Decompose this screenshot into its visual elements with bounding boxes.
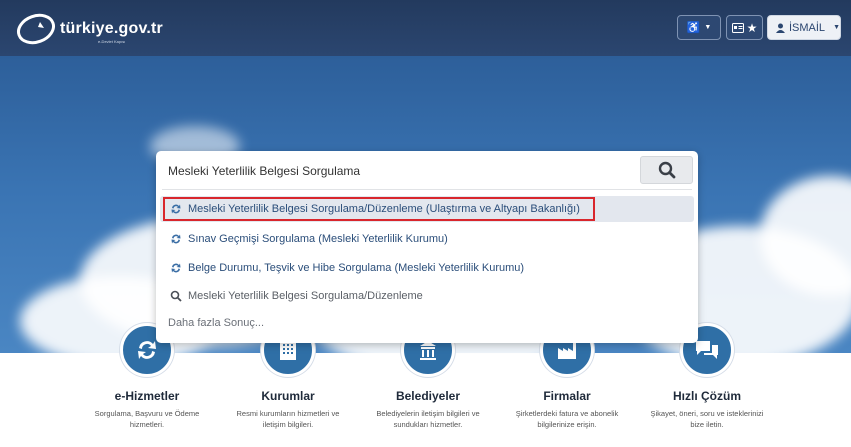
suggestion-label: Belge Durumu, Teşvik ve Hibe Sorgulama (… bbox=[188, 262, 525, 274]
category-title: Belediyeler bbox=[395, 389, 461, 403]
category-description: Belediyelerin iletişim bilgileri ve sund… bbox=[376, 409, 480, 429]
logo-subtext: e-Devlet Kapısı bbox=[98, 39, 126, 44]
search-panel: Mesleki Yeterlilik Belgesi Sorgulama/Düz… bbox=[156, 151, 698, 343]
suggestion-item[interactable]: Belge Durumu, Teşvik ve Hibe Sorgulama (… bbox=[160, 255, 694, 281]
suggestion-label: Mesleki Yeterlilik Belgesi Sorgulama/Düz… bbox=[188, 290, 423, 302]
top-header: türkiye.gov.tr e-Devlet Kapısı ♿ ▼ ★ İSM… bbox=[0, 0, 851, 56]
accessibility-icon: ♿ bbox=[686, 22, 701, 34]
user-icon bbox=[776, 23, 785, 33]
user-menu-button[interactable]: İSMAİL ▼ bbox=[767, 15, 841, 40]
suggestion-item[interactable]: Mesleki Yeterlilik Belgesi Sorgulama/Düz… bbox=[160, 283, 694, 309]
category-title: Hızlı Çözüm bbox=[673, 389, 741, 403]
refresh-icon bbox=[171, 263, 181, 273]
accessibility-button[interactable]: ♿ ▼ bbox=[677, 15, 721, 40]
suggestion-item[interactable]: Sınav Geçmişi Sorgulama (Mesleki Yeterli… bbox=[160, 226, 694, 252]
logo-text: türkiye.gov.tr bbox=[60, 20, 163, 37]
category-description: Sorgulama, Başvuru ve Ödeme hizmetleri. bbox=[94, 409, 200, 429]
category-title: Firmalar bbox=[543, 389, 591, 403]
category-strip: e-Hizmetler Sorgulama, Başvuru ve Ödeme … bbox=[0, 323, 851, 447]
category-description: Şirketlerdeki fatura ve abonelik bilgile… bbox=[515, 409, 619, 429]
logo-swoosh-icon bbox=[17, 13, 55, 45]
search-icon bbox=[170, 290, 182, 302]
id-card-icon bbox=[731, 22, 744, 33]
more-results-link[interactable]: Daha fazla Sonuç... bbox=[168, 317, 264, 329]
category-title: Kurumlar bbox=[261, 389, 315, 403]
chevron-down-icon: ▼ bbox=[833, 24, 840, 31]
category-description: Şikayet, öneri, soru ve isteklerinizi bi… bbox=[650, 409, 764, 429]
chat-bubbles-icon bbox=[696, 341, 718, 359]
refresh-icon bbox=[171, 234, 181, 244]
search-button[interactable] bbox=[640, 156, 693, 184]
search-input[interactable] bbox=[168, 159, 628, 183]
category-title: e-Hizmetler bbox=[114, 389, 180, 403]
site-logo[interactable]: türkiye.gov.tr e-Devlet Kapısı bbox=[16, 12, 166, 46]
id-card-favorites-button[interactable]: ★ bbox=[726, 15, 763, 40]
search-divider bbox=[162, 189, 692, 190]
selection-highlight-box bbox=[163, 197, 595, 221]
suggestion-label: Sınav Geçmişi Sorgulama (Mesleki Yeterli… bbox=[188, 233, 448, 245]
search-icon bbox=[658, 161, 675, 179]
star-icon: ★ bbox=[746, 20, 758, 35]
chevron-down-icon: ▼ bbox=[704, 24, 712, 31]
user-name: İSMAİL bbox=[788, 21, 826, 34]
category-description: Resmi kurumların hizmetleri ve iletişim … bbox=[236, 409, 340, 429]
